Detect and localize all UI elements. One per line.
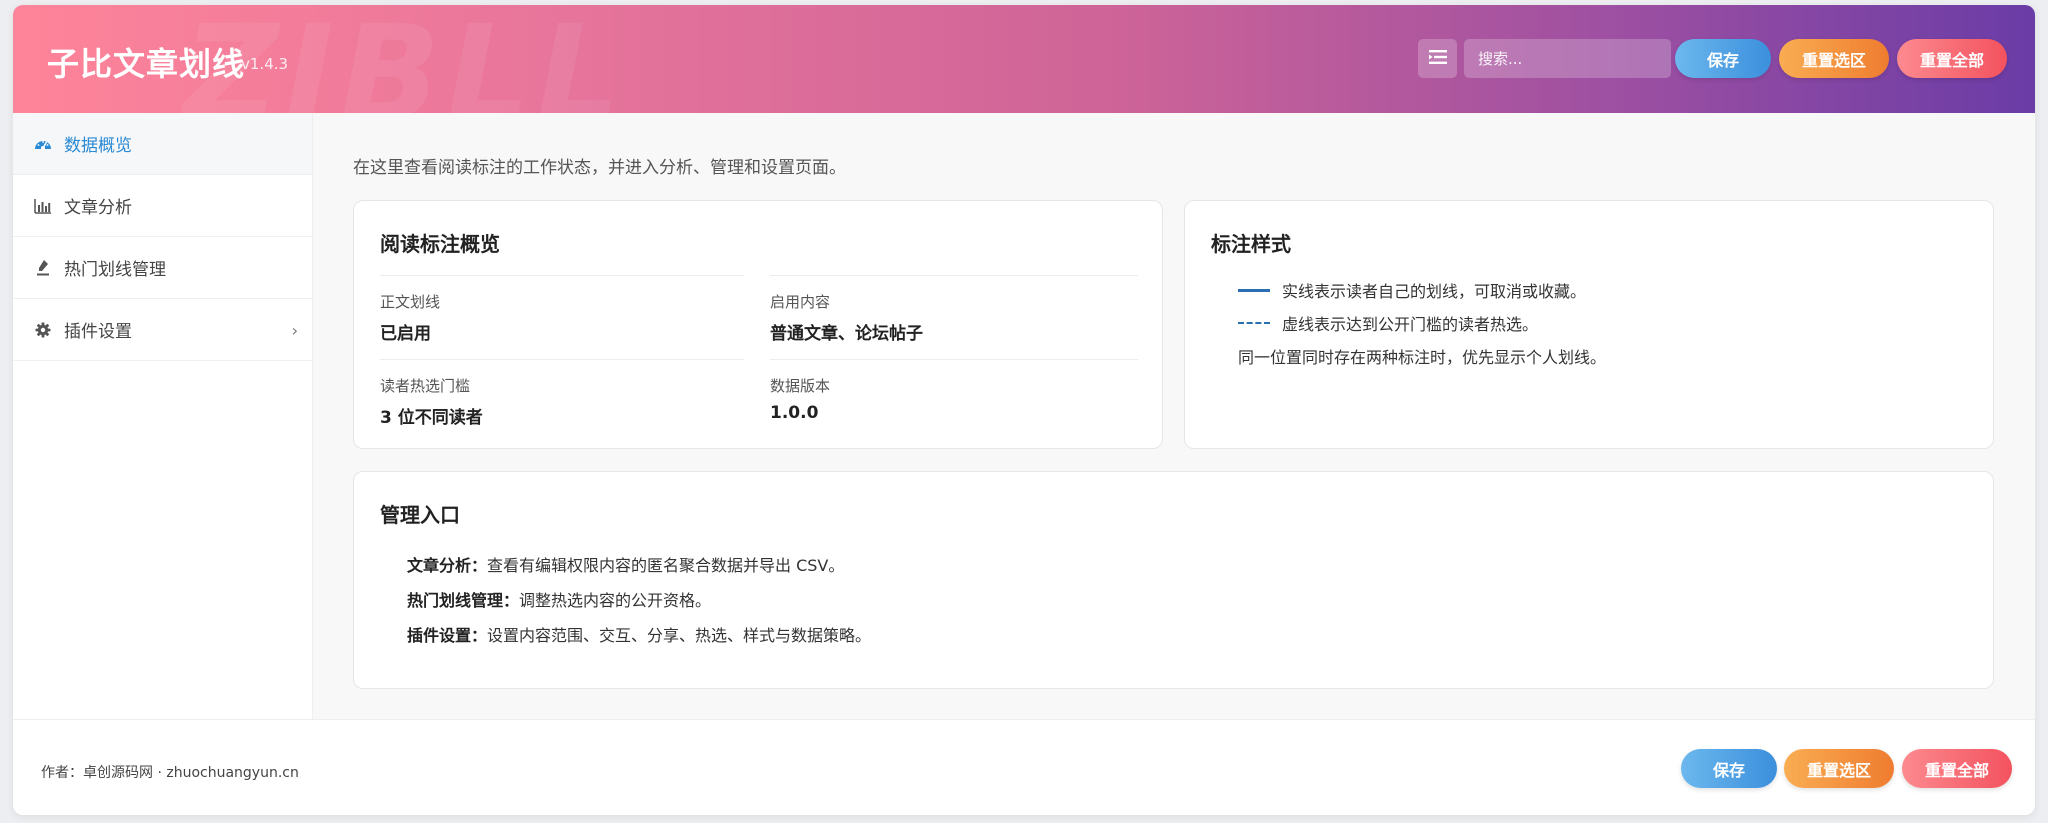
bar-chart-icon	[33, 196, 53, 216]
divider	[770, 359, 1138, 360]
pen-icon	[33, 258, 53, 278]
entries-card: 管理入口 文章分析：查看有编辑权限内容的匿名聚合数据并导出 CSV。 热门划线管…	[353, 471, 1994, 689]
reset-section-button[interactable]: 重置选区	[1779, 39, 1889, 78]
entry-name: 插件设置：	[407, 626, 488, 645]
sidebar-item-hot-highlights[interactable]: 热门划线管理	[13, 237, 312, 299]
divider	[380, 359, 744, 360]
field-label: 启用内容	[770, 293, 831, 311]
footer-bar: 作者：卓创源码网 · zhuochuangyun.cn 保存 重置选区 重置全部	[13, 719, 2035, 815]
entry-name: 热门划线管理：	[407, 591, 520, 610]
entry-desc: 调整热选内容的公开资格。	[519, 591, 712, 610]
save-button[interactable]: 保存	[1675, 39, 1771, 78]
field-value: 3 位不同读者	[380, 408, 483, 428]
chevron-right-icon: ›	[291, 321, 298, 340]
field-label: 数据版本	[770, 377, 831, 395]
overview-card: 阅读标注概览 正文划线 已启用 启用内容 普通文章、论坛帖子 读者热选门槛 3 …	[353, 200, 1163, 449]
entry-article-analysis: 文章分析：查看有编辑权限内容的匿名聚合数据并导出 CSV。	[407, 552, 844, 576]
author-credit: 作者：卓创源码网 · zhuochuangyun.cn	[41, 765, 299, 781]
gear-icon	[33, 320, 53, 340]
header-bar: ZIBLL 子比文章划线 v1.4.3 保存 重置选区 重置全部	[13, 5, 2035, 113]
menu-icon	[1428, 49, 1447, 68]
solid-legend-text: 实线表示读者自己的划线，可取消或收藏。	[1282, 282, 1587, 301]
sidebar-item-plugin-settings[interactable]: 插件设置 ›	[13, 299, 312, 361]
divider	[770, 275, 1138, 276]
style-note: 同一位置同时存在两种标注时，优先显示个人划线。	[1238, 348, 1607, 367]
reset-all-button[interactable]: 重置全部	[1897, 39, 2007, 78]
solid-legend: 实线表示读者自己的划线，可取消或收藏。	[1238, 278, 1586, 302]
intro-text: 在这里查看阅读标注的工作状态，并进入分析、管理和设置页面。	[353, 158, 846, 178]
dashed-legend: 虚线表示达到公开门槛的读者热选。	[1238, 311, 1538, 335]
sidebar-item-label: 热门划线管理	[64, 260, 166, 280]
style-card: 标注样式 实线表示读者自己的划线，可取消或收藏。 虚线表示达到公开门槛的读者热选…	[1184, 200, 1994, 449]
entry-desc: 设置内容范围、交互、分享、热选、样式与数据策略。	[487, 626, 872, 645]
entries-card-title: 管理入口	[380, 503, 460, 527]
footer-save-button[interactable]: 保存	[1681, 749, 1777, 788]
search-input[interactable]	[1464, 39, 1671, 78]
settings-panel: ZIBLL 子比文章划线 v1.4.3 保存 重置选区 重置全部	[13, 5, 2035, 815]
field-label: 读者热选门槛	[380, 377, 471, 395]
app-title: 子比文章划线	[47, 45, 246, 83]
divider	[380, 275, 744, 276]
menu-toggle-button[interactable]	[1418, 39, 1457, 78]
sidebar-item-article-analysis[interactable]: 文章分析	[13, 175, 312, 237]
style-card-title: 标注样式	[1211, 232, 1291, 256]
overview-card-title: 阅读标注概览	[380, 232, 500, 256]
dashboard-icon	[33, 134, 53, 154]
sidebar-item-label: 插件设置	[64, 322, 132, 342]
entry-name: 文章分析：	[407, 556, 488, 575]
sidebar-item-label: 文章分析	[64, 198, 132, 218]
entry-hot-highlights: 热门划线管理：调整热选内容的公开资格。	[407, 587, 711, 611]
field-value: 1.0.0	[770, 403, 819, 423]
solid-line-sample	[1238, 288, 1270, 292]
entry-desc: 查看有编辑权限内容的匿名聚合数据并导出 CSV。	[487, 556, 845, 575]
sidebar: 数据概览 文章分析 热门划线管理 插件设置 ›	[13, 113, 313, 719]
dashed-legend-text: 虚线表示达到公开门槛的读者热选。	[1282, 315, 1539, 334]
field-value: 普通文章、论坛帖子	[770, 324, 923, 344]
footer-reset-all-button[interactable]: 重置全部	[1902, 749, 2012, 788]
dashed-line-sample	[1238, 322, 1270, 324]
sidebar-item-overview[interactable]: 数据概览	[13, 113, 312, 175]
sidebar-item-label: 数据概览	[64, 136, 132, 156]
app-version: v1.4.3	[241, 55, 289, 73]
field-label: 正文划线	[380, 293, 441, 311]
footer-reset-section-button[interactable]: 重置选区	[1784, 749, 1894, 788]
entry-plugin-settings: 插件设置：设置内容范围、交互、分享、热选、样式与数据策略。	[407, 622, 871, 646]
field-value: 已启用	[380, 324, 431, 344]
